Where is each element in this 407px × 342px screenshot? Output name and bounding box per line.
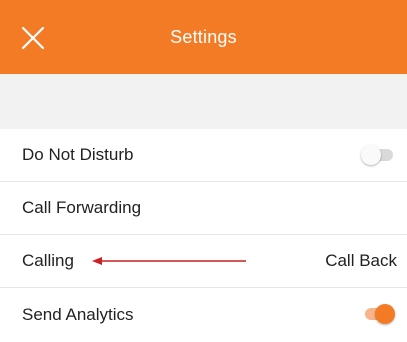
calling-value: Call Back xyxy=(325,251,397,270)
close-icon xyxy=(21,26,45,50)
setting-call-forwarding[interactable]: Call Forwarding xyxy=(0,182,407,235)
setting-calling[interactable]: Calling Call Back xyxy=(0,235,407,288)
send-analytics-toggle[interactable] xyxy=(361,304,395,324)
setting-send-analytics[interactable]: Send Analytics xyxy=(0,288,407,341)
section-spacer xyxy=(0,74,407,129)
annotation-arrow-icon xyxy=(92,257,246,265)
page-title: Settings xyxy=(170,26,237,47)
setting-label: Call Forwarding xyxy=(22,198,142,217)
setting-do-not-disturb[interactable]: Do Not Disturb xyxy=(0,129,407,182)
app-bar: Settings xyxy=(0,0,407,74)
toggle-thumb xyxy=(375,304,395,324)
settings-list: Do Not Disturb Call Forwarding Calling C… xyxy=(0,129,407,341)
do-not-disturb-toggle[interactable] xyxy=(361,145,395,165)
close-button[interactable] xyxy=(20,25,46,51)
toggle-thumb xyxy=(361,145,381,165)
setting-label: Do Not Disturb xyxy=(22,145,134,164)
setting-label: Calling xyxy=(22,251,74,270)
setting-label: Send Analytics xyxy=(22,304,134,324)
settings-screen: Settings Do Not Disturb Call Forwarding … xyxy=(0,0,407,342)
